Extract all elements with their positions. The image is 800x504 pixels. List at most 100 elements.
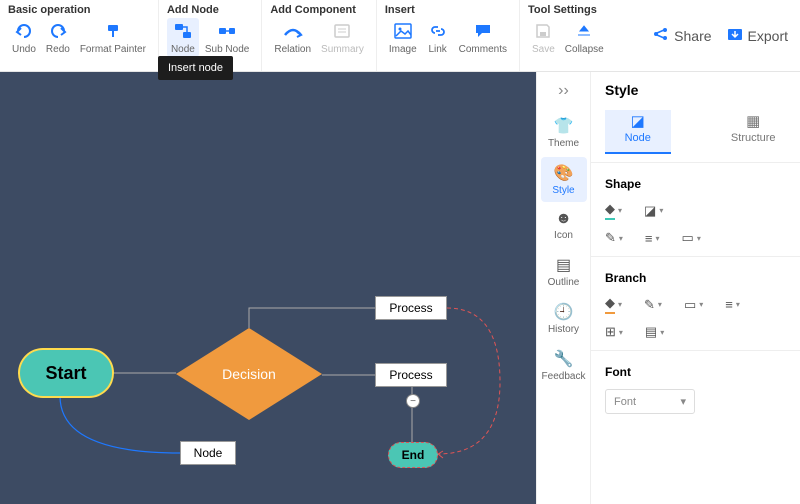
icon-icon: ☻ (541, 210, 587, 228)
panel-collapse-button[interactable]: ›› (537, 78, 590, 108)
branch-stroke-picker[interactable]: ✎▾ (644, 295, 662, 314)
node-icon (172, 20, 194, 42)
pattern2-icon: ▤ (645, 324, 657, 340)
tab-structure[interactable]: ▦ Structure (721, 110, 787, 154)
shape-border-picker[interactable]: ✎▾ (605, 230, 623, 246)
insert-node-button[interactable]: Node (167, 18, 199, 57)
rail-style[interactable]: 🎨 Style (541, 157, 587, 202)
sub-node-icon (216, 20, 238, 42)
collapse-button[interactable]: Collapse (561, 18, 608, 57)
rail-feedback[interactable]: 🔧 Feedback (541, 343, 587, 388)
pattern-icon: ⊞ (605, 324, 616, 340)
group-tool-settings: Tool Settings Save Collapse (520, 0, 616, 71)
shape-section-title: Shape (605, 177, 786, 191)
rail-outline[interactable]: ▤ Outline (541, 249, 587, 294)
group-insert: Insert Image Link Comments (377, 0, 520, 71)
format-painter-icon (102, 20, 124, 42)
style-panel: Style ◪ Node ▦ Structure Shape ◆▾ ◪▾ ✎▾ … (590, 72, 800, 504)
shape-fill-picker[interactable]: ◆▾ (605, 201, 622, 220)
pencil-icon: ✎ (605, 230, 616, 246)
link-button[interactable]: Link (423, 18, 453, 57)
branch-color-picker[interactable]: ◆▾ (605, 295, 622, 314)
separator (591, 350, 800, 351)
workspace: Start Decision Process Process Node End … (0, 72, 800, 504)
rect-icon: ▭ (684, 297, 696, 313)
group-title: Insert (385, 4, 511, 16)
outline-icon: ▤ (541, 255, 587, 275)
collapse-icon (573, 20, 595, 42)
insert-node-tooltip: Insert node (158, 56, 233, 80)
font-section-title: Font (605, 365, 786, 379)
summary-icon (331, 20, 353, 42)
shadow-icon: ◪ (644, 203, 656, 219)
branch-shape-picker[interactable]: ▭▾ (684, 295, 703, 314)
group-title: Tool Settings (528, 4, 608, 16)
branch-section-title: Branch (605, 271, 786, 285)
group-basic: Basic operation Undo Redo Format Painter (0, 0, 159, 71)
canvas[interactable]: Start Decision Process Process Node End … (0, 72, 536, 504)
branch-line-picker[interactable]: ≡▾ (725, 295, 740, 314)
summary-button[interactable]: Summary (317, 18, 368, 57)
font-value: Font (614, 396, 636, 408)
separator (591, 256, 800, 257)
undo-icon (13, 20, 35, 42)
share-label: Share (674, 28, 711, 44)
style-icon: 🎨 (541, 163, 587, 183)
generic-node[interactable]: Node (180, 441, 236, 465)
decision-label: Decision (176, 328, 322, 420)
redo-button[interactable]: Redo (42, 18, 74, 57)
undo-button[interactable]: Undo (8, 18, 40, 57)
chevron-down-icon: ▾ (680, 395, 686, 408)
decision-node[interactable]: Decision (176, 328, 322, 420)
lines-icon: ≡ (725, 297, 733, 312)
group-add-component: Add Component Relation Summary (262, 0, 377, 71)
redo-icon (47, 20, 69, 42)
link-icon (427, 20, 449, 42)
structure-tab-icon: ▦ (721, 112, 787, 130)
branch-fill-icon: ◆ (605, 295, 615, 314)
collapse-toggle-icon[interactable]: − (406, 394, 420, 408)
relation-button[interactable]: Relation (270, 18, 315, 57)
rail-theme[interactable]: 👕 Theme (541, 110, 587, 155)
group-title: Basic operation (8, 4, 150, 16)
image-button[interactable]: Image (385, 18, 421, 57)
fill-icon: ◆ (605, 201, 615, 220)
share-button[interactable]: Share (652, 26, 711, 45)
main-toolbar: Basic operation Undo Redo Format Painter… (0, 0, 800, 72)
dash-icon: ▭ (682, 230, 694, 246)
pencil-icon: ✎ (644, 297, 655, 313)
comments-icon (472, 20, 494, 42)
process-node-1[interactable]: Process (375, 296, 447, 320)
export-label: Export (748, 28, 788, 44)
branch-pattern1-picker[interactable]: ⊞▾ (605, 324, 623, 340)
save-button[interactable]: Save (528, 18, 559, 57)
lines-icon: ≡ (645, 231, 653, 246)
connector-lines (0, 72, 536, 504)
theme-icon: 👕 (541, 116, 587, 136)
branch-pattern2-picker[interactable]: ▤▾ (645, 324, 664, 340)
font-select[interactable]: Font ▾ (605, 389, 695, 414)
feedback-icon: 🔧 (541, 349, 587, 369)
shape-shadow-picker[interactable]: ◪▾ (644, 201, 663, 220)
shape-line-style-picker[interactable]: ≡▾ (645, 230, 660, 246)
comments-button[interactable]: Comments (455, 18, 511, 57)
node-tab-icon: ◪ (605, 112, 671, 130)
start-node[interactable]: Start (20, 350, 112, 396)
export-icon (726, 26, 744, 45)
process-node-2[interactable]: Process (375, 363, 447, 387)
tab-node[interactable]: ◪ Node (605, 110, 671, 154)
shape-dash-picker[interactable]: ▭▾ (682, 230, 701, 246)
separator (591, 162, 800, 163)
rail-icon[interactable]: ☻ Icon (541, 204, 587, 247)
format-painter-button[interactable]: Format Painter (76, 18, 150, 57)
end-node[interactable]: End (388, 442, 438, 468)
panel-tabs: ◪ Node ▦ Structure (605, 110, 786, 154)
relation-icon (282, 20, 304, 42)
rail-history[interactable]: 🕘 History (541, 296, 587, 341)
share-icon (652, 26, 670, 45)
export-button[interactable]: Export (726, 26, 788, 45)
right-rail: ›› 👕 Theme 🎨 Style ☻ Icon ▤ Outline 🕘 Hi… (536, 72, 590, 504)
sub-node-button[interactable]: Sub Node (201, 18, 253, 57)
group-title: Add Node (167, 4, 253, 16)
image-icon (392, 20, 414, 42)
